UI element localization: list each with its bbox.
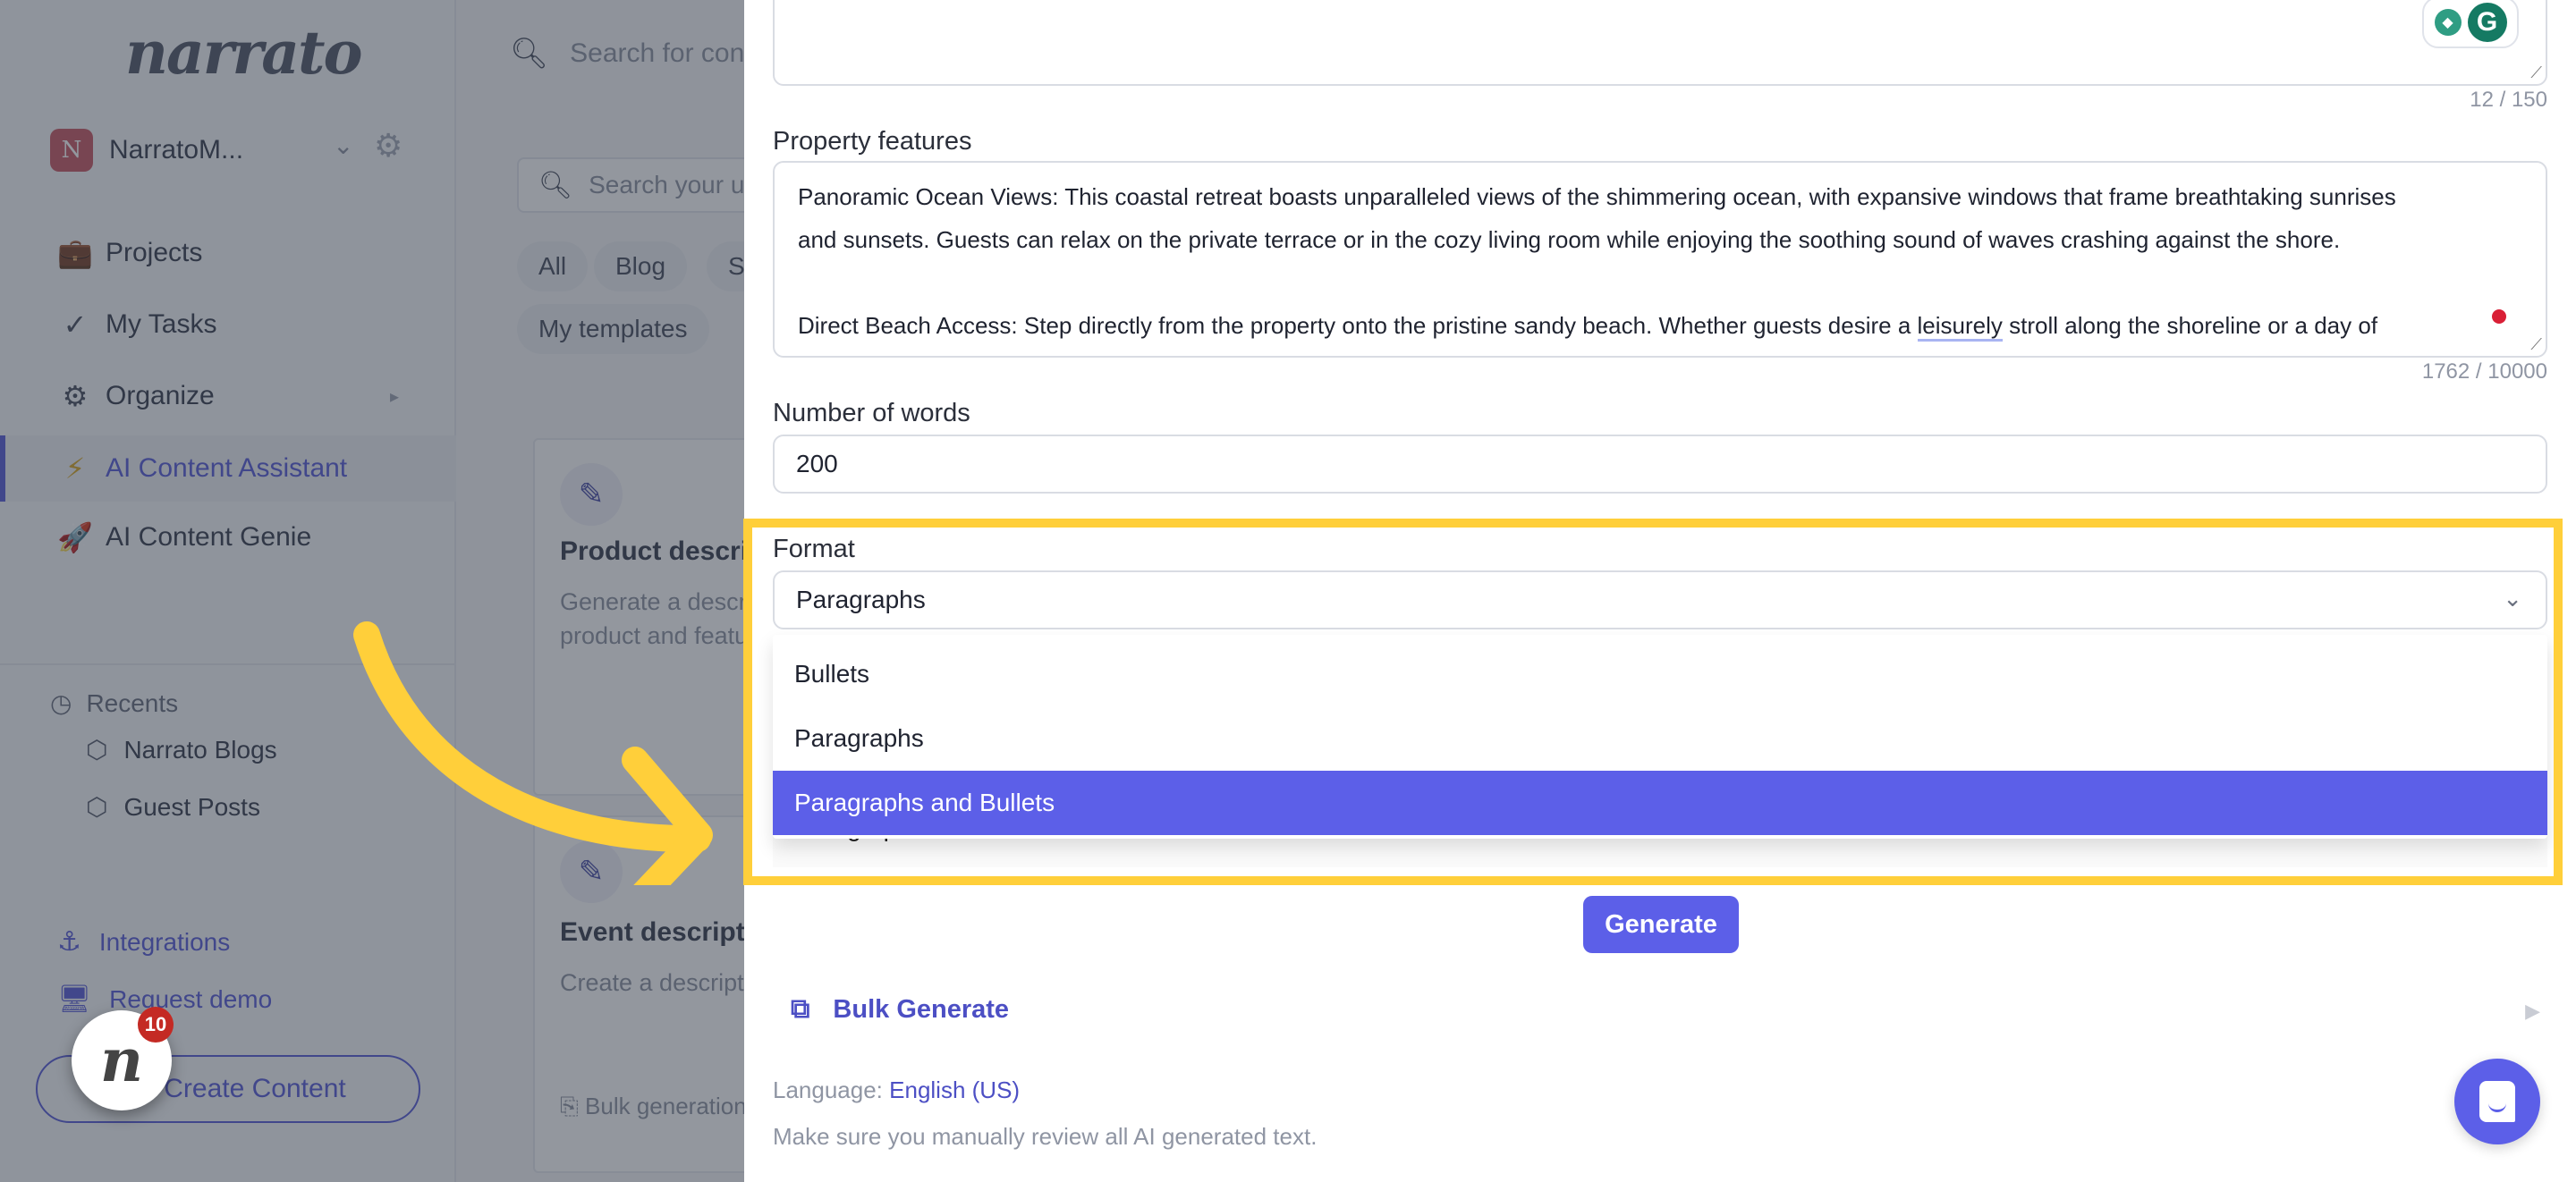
number-of-words-label: Number of words [773, 399, 970, 427]
format-dropdown-menu: Bullets Paragraphs Paragraphs and Bullet… [773, 635, 2547, 839]
text-line: Panoramic Ocean Views: This coastal retr… [798, 183, 2396, 210]
format-label: Format [773, 535, 855, 563]
grammarly-widget[interactable]: ◆ G [2422, 0, 2519, 48]
format-selected-value: Paragraphs [796, 586, 926, 613]
format-select[interactable]: Paragraphs ⌄ [773, 570, 2547, 629]
previous-field-textarea[interactable]: ◆ G ⟋ [773, 0, 2547, 86]
property-features-text[interactable]: Panoramic Ocean Views: This coastal retr… [798, 175, 2492, 347]
generate-button[interactable]: Generate [1583, 896, 1739, 953]
property-features-textarea[interactable]: Panoramic Ocean Views: This coastal retr… [773, 161, 2547, 358]
grammarly-icon[interactable]: G [2467, 3, 2507, 42]
number-of-words-input[interactable]: 200 [773, 435, 2547, 494]
text-line: Direct Beach Access: Step directly from … [798, 304, 2492, 347]
format-option-paragraphs-and-bullets[interactable]: Paragraphs and Bullets [773, 771, 2547, 835]
expand-arrow-icon[interactable]: ▶ [2525, 1000, 2540, 1023]
text-line: and sunsets. Guests can relax on the pri… [798, 226, 2341, 253]
format-option-paragraphs[interactable]: Paragraphs [773, 706, 2547, 771]
modal-backdrop[interactable] [0, 0, 744, 1182]
language-value[interactable]: English (US) [889, 1076, 1020, 1103]
resize-handle-icon[interactable]: ⟋ [2530, 63, 2542, 82]
grammar-error-indicator[interactable] [2492, 309, 2506, 324]
copy-icon: ⧉ [791, 994, 810, 1024]
property-features-counter: 1762 / 10000 [2421, 359, 2547, 384]
chat-support-button[interactable] [2454, 1059, 2540, 1144]
chevron-down-icon[interactable]: ⌄ [2503, 585, 2522, 612]
notification-badge: 10 [138, 1007, 174, 1043]
char-counter: 12 / 150 [2470, 88, 2547, 112]
text-fragment: stroll along the shoreline or a day of [2002, 312, 2378, 339]
chat-icon [2479, 1081, 2515, 1122]
ai-content-form-panel: ◆ G ⟋ 12 / 150 Property features Panoram… [743, 0, 2576, 1182]
property-features-label: Property features [773, 127, 972, 156]
bulk-generate-label: Bulk Generate [833, 994, 1010, 1024]
resize-handle-icon[interactable]: ⟋ [2530, 335, 2542, 354]
text-line-empty [798, 261, 2492, 304]
language-label: Language: [773, 1076, 890, 1103]
ai-disclaimer: Make sure you manually review all AI gen… [773, 1123, 1318, 1150]
format-option-bullets[interactable]: Bullets [773, 642, 2547, 706]
text-fragment: Direct Beach Access: Step directly from … [798, 312, 1918, 339]
lightbulb-icon[interactable]: ◆ [2434, 9, 2462, 36]
spelling-suggestion[interactable]: leisurely [1917, 312, 2003, 342]
bulk-generate-link[interactable]: ⧉ Bulk Generate [791, 994, 1009, 1025]
language-info: Language: English (US) [773, 1076, 1020, 1104]
